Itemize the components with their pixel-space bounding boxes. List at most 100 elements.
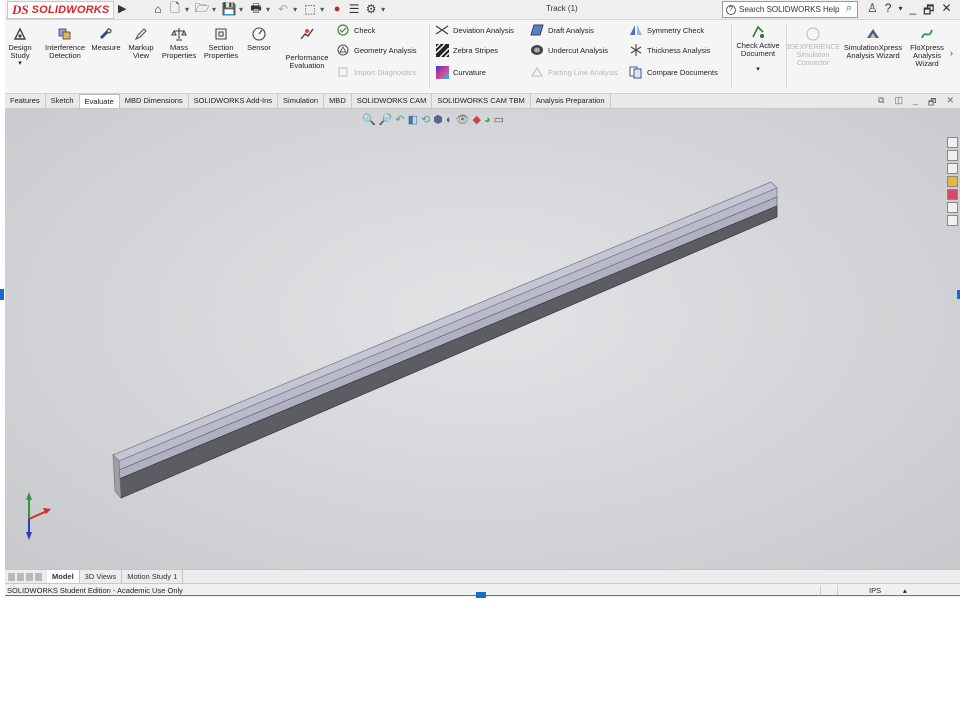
track-top-strip-1[interactable] xyxy=(112,181,778,462)
chevron-down-icon[interactable]: ▾ xyxy=(185,5,189,14)
compare-documents-label: Compare Documents xyxy=(647,67,718,77)
interference-detection-button[interactable]: Interference Detection xyxy=(43,26,87,60)
tab-features[interactable]: Features xyxy=(5,94,46,108)
markup-pen-icon xyxy=(133,26,149,42)
parting-line-analysis-button[interactable]: Parting Line Analysis xyxy=(530,65,618,79)
check-active-document-label: Check Active Document xyxy=(736,41,780,58)
track-side-face[interactable] xyxy=(118,205,778,499)
track-top-strip-2[interactable] xyxy=(118,187,778,471)
deviation-analysis-button[interactable]: Deviation Analysis xyxy=(435,23,514,37)
help-icon[interactable]: ? xyxy=(885,1,892,22)
thickness-analysis-button[interactable]: Thickness Analysis xyxy=(629,43,710,57)
simulationxpress-button[interactable]: SimulationXpress Analysis Wizard xyxy=(841,26,905,60)
design-study-icon xyxy=(12,26,28,42)
help-search-input[interactable]: ? Search SOLIDWORKS Help xyxy=(722,1,858,18)
tab-mbd[interactable]: MBD xyxy=(324,94,352,108)
left-selection-handle[interactable] xyxy=(0,289,4,300)
curvature-label: Curvature xyxy=(453,67,486,77)
chevron-down-icon[interactable]: ▾ xyxy=(293,5,297,14)
symmetry-check-label: Symmetry Check xyxy=(647,25,705,35)
design-study-button[interactable]: Design Study ▾ xyxy=(7,26,33,68)
save-icon[interactable]: 💾 xyxy=(222,2,237,16)
menu-expand-icon[interactable]: ▶ xyxy=(118,2,126,15)
custom-properties-icon[interactable] xyxy=(947,202,958,213)
scroll-last-icon[interactable] xyxy=(35,572,42,581)
tab-analysis-preparation[interactable]: Analysis Preparation xyxy=(531,94,611,108)
mass-properties-button[interactable]: Mass Properties xyxy=(162,26,196,60)
section-properties-button[interactable]: Section Properties xyxy=(201,26,241,60)
design-library-icon[interactable] xyxy=(947,150,958,161)
solidworks-logo[interactable]: DS SOLIDWORKS xyxy=(7,1,114,19)
chevron-down-icon[interactable]: ▾ xyxy=(239,5,243,14)
tab-solidworks-cam-tbm[interactable]: SOLIDWORKS CAM TBM xyxy=(432,94,531,108)
model-view xyxy=(26,181,778,540)
minimize-icon[interactable]: _ xyxy=(909,1,916,22)
chevron-down-icon[interactable]: ▾ xyxy=(212,5,216,14)
rebuild-icon[interactable]: ● xyxy=(330,2,344,16)
scroll-prev-icon[interactable] xyxy=(17,572,24,581)
solidworks-forum-icon[interactable] xyxy=(947,215,958,226)
document-title: Track (1) xyxy=(546,4,578,13)
ribbon-divider xyxy=(429,24,430,88)
measure-label: Measure xyxy=(91,43,121,52)
bottom-selection-handle[interactable] xyxy=(476,592,486,598)
zebra-stripes-button[interactable]: Zebra Stripes xyxy=(435,43,498,57)
options-gear-icon[interactable]: ⚙ xyxy=(364,2,378,16)
scroll-next-icon[interactable] xyxy=(26,572,33,581)
zebra-stripes-icon xyxy=(435,43,449,57)
view-palette-icon[interactable] xyxy=(947,176,958,187)
help-question-icon: ? xyxy=(726,4,736,15)
undo-icon[interactable]: ↶ xyxy=(276,2,290,16)
tab-sketch[interactable]: Sketch xyxy=(46,94,80,108)
symmetry-check-button[interactable]: Symmetry Check xyxy=(629,23,704,37)
graphics-area[interactable]: 🔍 🔎 ↶ ◧ ⟲ ⬢ ◐ 👁 ◆ ◕ ▭ xyxy=(5,109,960,569)
track-top-strip-3[interactable] xyxy=(118,196,778,480)
tab-solidworks-cam[interactable]: SOLIDWORKS CAM xyxy=(352,94,433,108)
tab-simulation[interactable]: Simulation xyxy=(278,94,325,108)
tab-3d-views[interactable]: 3D Views xyxy=(80,570,123,583)
restore-icon[interactable]: 🗗 xyxy=(923,1,934,22)
undercut-analysis-icon xyxy=(530,43,544,57)
chevron-down-icon[interactable]: ▾ xyxy=(266,5,270,14)
performance-evaluation-button[interactable]: Performance Evaluation xyxy=(284,26,330,70)
chevron-down-icon[interactable]: ▾ xyxy=(381,5,385,14)
search-icon[interactable]: ⌕ xyxy=(846,2,852,15)
check-active-document-button[interactable]: Check Active Document ▾ xyxy=(732,24,784,74)
close-icon[interactable]: ✕ xyxy=(941,1,951,22)
floxpress-icon xyxy=(919,26,935,42)
undercut-analysis-button[interactable]: Undercut Analysis xyxy=(530,43,608,57)
tab-motion-study[interactable]: Motion Study 1 xyxy=(122,570,184,583)
new-document-icon[interactable]: 🗋 xyxy=(168,1,182,16)
tab-solidworks-add-ins[interactable]: SOLIDWORKS Add-Ins xyxy=(189,94,279,108)
tab-evaluate[interactable]: Evaluate xyxy=(79,94,120,108)
file-properties-icon[interactable]: ☰ xyxy=(347,2,361,16)
sensor-button[interactable]: Sensor xyxy=(245,26,273,52)
chevron-down-icon[interactable]: ▾ xyxy=(320,5,324,14)
home-icon[interactable]: ⌂ xyxy=(151,2,165,16)
resources-home-icon[interactable] xyxy=(947,137,958,148)
curvature-button[interactable]: Curvature xyxy=(435,65,486,79)
model-tabs: Model 3D Views Motion Study 1 xyxy=(5,569,960,583)
user-account-icon[interactable]: ♙ xyxy=(867,1,878,22)
draft-analysis-button[interactable]: Draft Analysis xyxy=(530,23,594,37)
markup-view-button[interactable]: Markup View xyxy=(126,26,156,60)
ribbon-scroll-right-icon[interactable]: › xyxy=(950,48,953,58)
floxpress-button[interactable]: FloXpress Analysis Wizard xyxy=(908,26,946,68)
import-diagnostics-button[interactable]: Import Diagnostics xyxy=(336,65,416,79)
tab-mbd-dimensions[interactable]: MBD Dimensions xyxy=(120,94,189,108)
tab-model[interactable]: Model xyxy=(47,570,80,583)
open-folder-icon[interactable]: 🗁 xyxy=(195,1,210,16)
floxpress-label: FloXpress Analysis Wizard xyxy=(910,43,944,68)
appearances-icon[interactable] xyxy=(947,189,958,200)
3dexperience-simulation-connector-button[interactable]: 3DEXPERIENCE Simulation Connector xyxy=(786,26,840,68)
measure-button[interactable]: Measure xyxy=(90,26,122,52)
print-icon[interactable]: 🖶 xyxy=(249,1,263,16)
select-cursor-icon[interactable]: ⬚ xyxy=(303,2,317,16)
import-diagnostics-label: Import Diagnostics xyxy=(354,67,417,77)
compare-documents-button[interactable]: Compare Documents xyxy=(629,65,718,79)
geometry-analysis-button[interactable]: Geometry Analysis xyxy=(336,43,417,57)
scroll-first-icon[interactable] xyxy=(8,572,15,581)
file-explorer-icon[interactable] xyxy=(947,163,958,174)
help-search-placeholder: Search SOLIDWORKS Help xyxy=(739,5,840,14)
check-button[interactable]: Check xyxy=(336,23,375,37)
